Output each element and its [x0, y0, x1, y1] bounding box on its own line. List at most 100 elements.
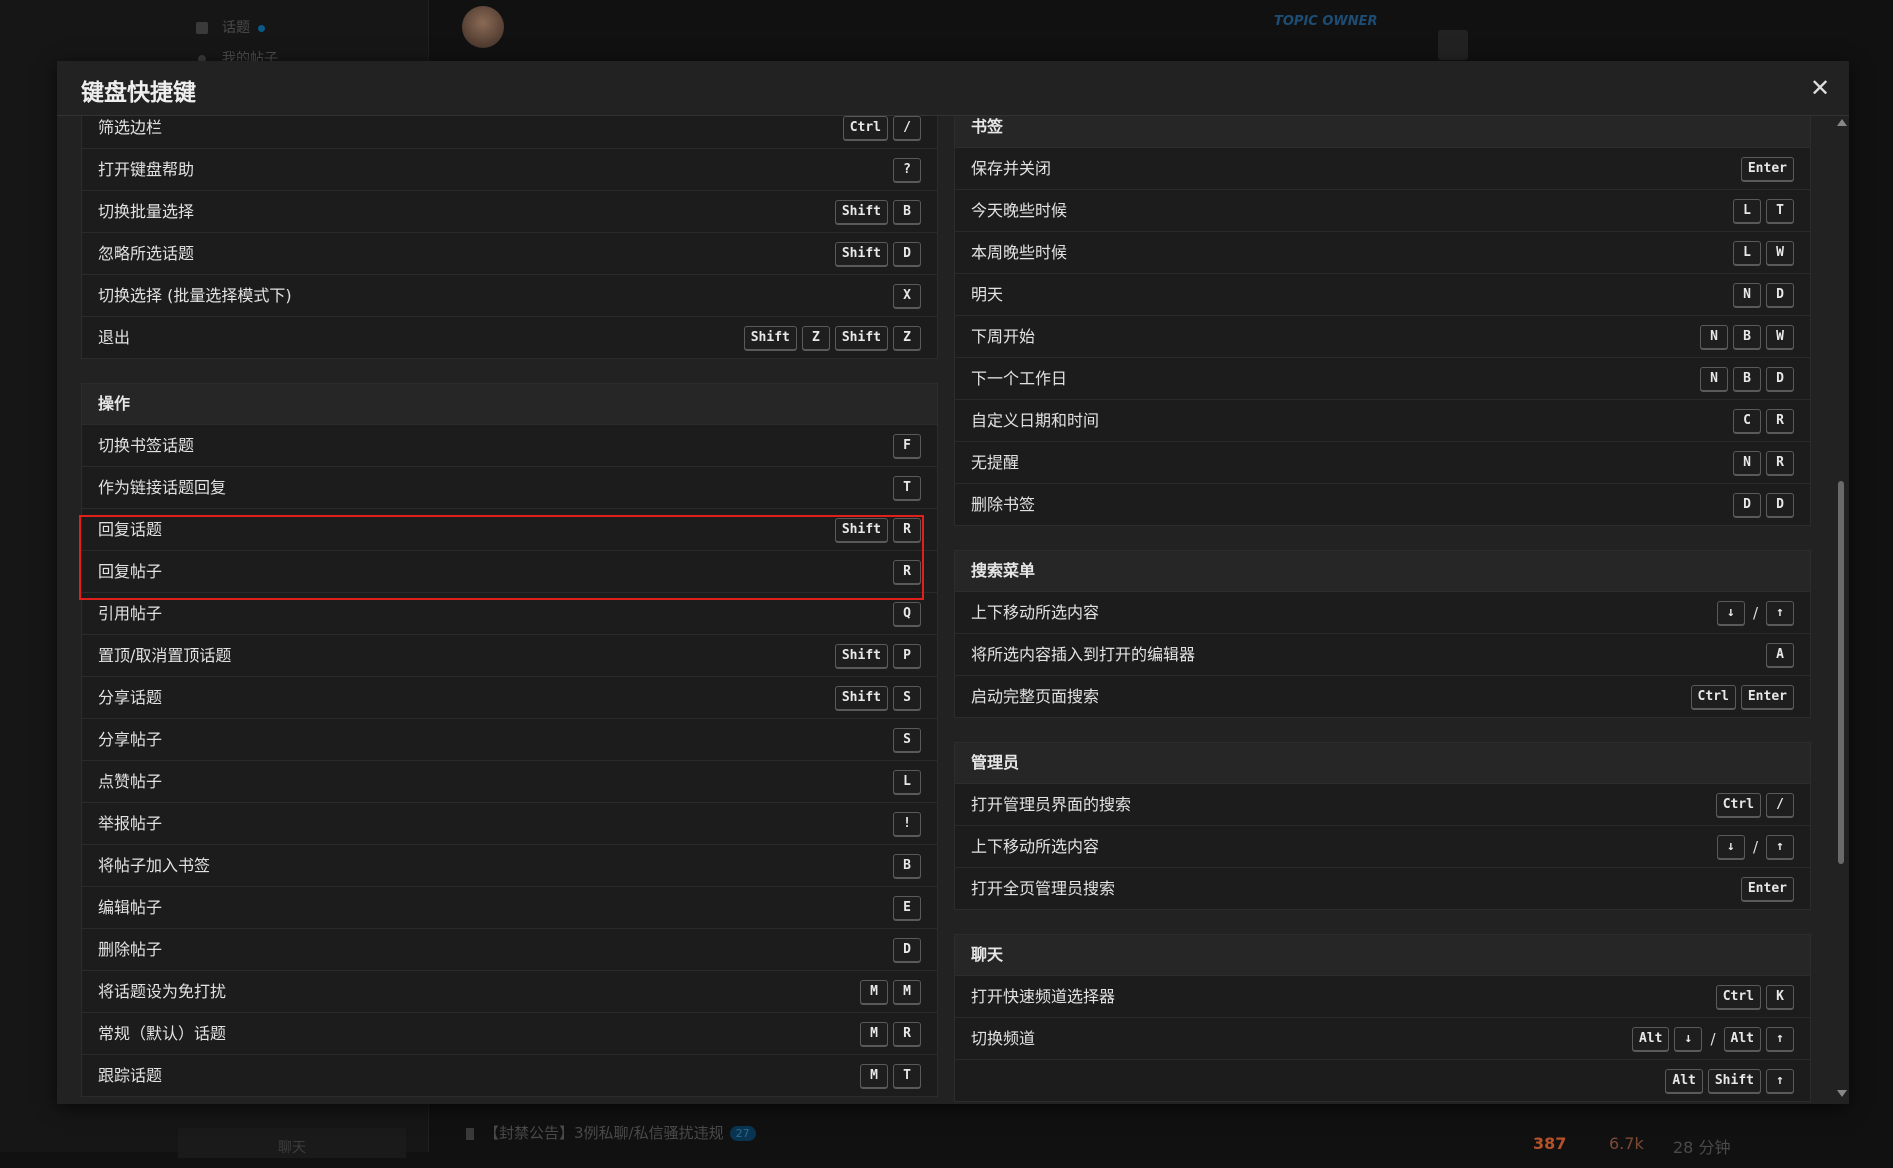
- shortcut-label: 分享话题: [98, 688, 163, 707]
- shortcut-keys: Shift R: [834, 509, 921, 550]
- key-cap: W: [1766, 324, 1794, 349]
- key-cap: Enter: [1740, 156, 1794, 181]
- key-cap: Shift: [834, 517, 888, 542]
- close-button[interactable]: ✕: [1807, 75, 1833, 101]
- key-cap: N: [1700, 366, 1728, 391]
- shortcut-row: 切换批量选择 Shift B: [82, 191, 937, 233]
- shortcut-label: 编辑帖子: [98, 898, 163, 917]
- shortcut-group-bookmarks: 书签 保存并关闭 Enter 今天晚些时候 L T 本周晚些时候 L W 明天 N D 下周开始 N B W…: [954, 116, 1811, 526]
- shortcut-row: 上下移动所选内容 ↓ / ↑: [955, 826, 1810, 868]
- shortcut-keys: Shift S: [834, 677, 921, 718]
- shortcut-label: 打开键盘帮助: [98, 160, 195, 179]
- shortcut-label: 切换批量选择: [98, 202, 195, 221]
- key-cap: ↑: [1766, 600, 1794, 625]
- shortcut-label: 切换选择 (批量选择模式下): [98, 286, 292, 305]
- shortcut-group-admin: 管理员 打开管理员界面的搜索 Ctrl / 上下移动所选内容 ↓ / ↑ 打开全页管理员搜索 E…: [954, 742, 1811, 910]
- key-cap: D: [1733, 492, 1761, 517]
- background-sidebar-item-topics: 话题: [196, 17, 265, 37]
- keyboard-shortcuts-modal: 键盘快捷键 ✕ 筛选边栏 Ctrl / 打开键盘帮助? 切换批量选择 Shift B 忽略所选…: [57, 61, 1849, 1104]
- shortcut-row: 常规（默认）话题 M R: [82, 1013, 937, 1055]
- avatar: [462, 6, 504, 48]
- shortcut-group-chat: 聊天 打开快速频道选择器 Ctrl K 切换频道 Alt ↓ / Alt ↑ Alt Shift ↑: [954, 934, 1811, 1102]
- shortcut-label: 跟踪话题: [98, 1066, 163, 1085]
- scroll-down-arrow-icon[interactable]: [1837, 1090, 1847, 1097]
- shortcut-label: 回复帖子: [98, 562, 163, 581]
- key-cap: Shift: [834, 241, 888, 266]
- shortcut-keys: ↓ / ↑: [1716, 826, 1794, 867]
- shortcut-keys: Q: [893, 593, 921, 634]
- shortcut-group-actions: 操作 切换书签话题 F 作为链接话题回复 T 回复话题 Shift R 回复帖子 R 引用帖子 Q 置…: [81, 383, 938, 1097]
- shortcut-row: 打开键盘帮助?: [82, 149, 937, 191]
- shortcut-row: 点赞帖子 L: [82, 761, 937, 803]
- key-cap: ↓: [1716, 600, 1745, 625]
- shortcut-label: 打开快速频道选择器: [971, 987, 1116, 1006]
- shortcut-row: 打开管理员界面的搜索 Ctrl /: [955, 784, 1810, 826]
- shortcut-row: 跟踪话题 M T: [82, 1055, 937, 1096]
- shortcut-keys: CR: [1733, 400, 1794, 441]
- scrollbar[interactable]: [1834, 115, 1848, 1105]
- key-cap: !: [893, 811, 921, 836]
- shortcut-label: 上下移动所选内容: [971, 603, 1100, 622]
- key-cap: Shift: [834, 325, 888, 350]
- key-cap: B: [1733, 324, 1761, 349]
- key-separator: /: [1752, 837, 1758, 856]
- shortcut-keys: MT: [860, 1055, 921, 1096]
- shortcut-row: 置顶/取消置顶话题 Shift P: [82, 635, 937, 677]
- shortcut-row: 分享帖子 S: [82, 719, 937, 761]
- key-cap: L: [1733, 198, 1761, 223]
- layers-icon: [196, 22, 208, 34]
- shortcut-label: 自定义日期和时间: [971, 411, 1100, 430]
- key-cap: Ctrl: [1715, 984, 1761, 1009]
- modal-title: 键盘快捷键: [81, 80, 196, 106]
- key-cap: /: [893, 116, 921, 140]
- shortcut-label: 明天: [971, 285, 1004, 304]
- shortcut-keys: Shift D: [834, 233, 921, 274]
- shortcut-label: 常规（默认）话题: [98, 1024, 227, 1043]
- shortcut-row: 回复话题 Shift R: [82, 509, 937, 551]
- shortcut-row: 将所选内容插入到打开的编辑器 A: [955, 634, 1810, 676]
- shortcut-row: 打开快速频道选择器 Ctrl K: [955, 976, 1810, 1018]
- group-title-search-menu: 搜索菜单: [955, 551, 1810, 592]
- key-cap: D: [1766, 366, 1794, 391]
- group-title-admin: 管理员: [955, 743, 1810, 784]
- shortcut-label: 切换书签话题: [98, 436, 195, 455]
- group-title-chat: 聊天: [955, 935, 1810, 976]
- shortcut-label: 本周晚些时候: [971, 243, 1068, 262]
- shortcut-keys: LW: [1733, 232, 1794, 273]
- shortcut-label: 下周开始: [971, 327, 1036, 346]
- scroll-up-arrow-icon[interactable]: [1837, 119, 1847, 126]
- shortcut-keys: Ctrl /: [1715, 784, 1794, 825]
- key-cap: Shift: [1707, 1068, 1761, 1093]
- shortcut-row: 引用帖子 Q: [82, 593, 937, 635]
- scrollbar-thumb[interactable]: [1838, 481, 1844, 864]
- shortcut-keys: ND: [1733, 274, 1794, 315]
- key-cap: Enter: [1740, 684, 1794, 709]
- shortcut-keys: E: [893, 887, 921, 928]
- shortcut-label: 退出: [98, 328, 131, 347]
- shortcut-row: 保存并关闭 Enter: [955, 148, 1810, 190]
- shortcut-label: 作为链接话题回复: [98, 478, 227, 497]
- shortcut-label: 打开管理员界面的搜索: [971, 795, 1132, 814]
- shortcut-row: 分享话题 Shift S: [82, 677, 937, 719]
- shortcut-label: 举报帖子: [98, 814, 163, 833]
- shortcut-row: 上下移动所选内容 ↓ / ↑: [955, 592, 1810, 634]
- key-cap: R: [1766, 450, 1794, 475]
- pin-icon: [466, 1127, 474, 1140]
- shortcut-group-search-menu: 搜索菜单 上下移动所选内容 ↓ / ↑ 将所选内容插入到打开的编辑器 A 启动完整页面搜索 C…: [954, 550, 1811, 718]
- key-cap: Shift: [743, 325, 797, 350]
- key-cap: S: [893, 685, 921, 710]
- modal-body[interactable]: 筛选边栏 Ctrl / 打开键盘帮助? 切换批量选择 Shift B 忽略所选话题 Shift D…: [81, 116, 1815, 1104]
- key-cap: Alt: [1665, 1068, 1703, 1093]
- shortcut-keys: NBW: [1700, 316, 1794, 357]
- key-cap: A: [1766, 642, 1794, 667]
- shortcut-row: 打开全页管理员搜索 Enter: [955, 868, 1810, 909]
- shortcut-keys: Enter: [1740, 148, 1794, 189]
- key-cap: C: [1733, 408, 1761, 433]
- key-cap: Alt: [1631, 1026, 1670, 1051]
- key-cap: T: [1766, 198, 1794, 223]
- shortcut-group-general: 筛选边栏 Ctrl / 打开键盘帮助? 切换批量选择 Shift B 忽略所选话题 Shift D…: [81, 116, 938, 359]
- right-column: 书签 保存并关闭 Enter 今天晚些时候 L T 本周晚些时候 L W 明天 N D 下周开始 N B W…: [954, 116, 1811, 1104]
- shortcut-keys: ↓ / ↑: [1716, 592, 1794, 633]
- key-cap: Ctrl: [1690, 684, 1736, 709]
- key-cap: ↑: [1766, 834, 1794, 859]
